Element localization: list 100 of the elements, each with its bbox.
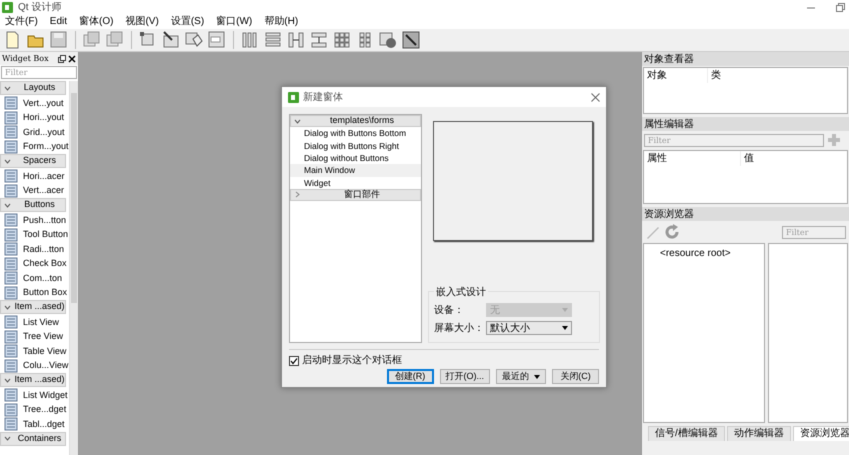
palette-entry[interactable]: Colu...View: [0, 358, 69, 373]
refresh-icon[interactable]: [664, 224, 680, 240]
group-header[interactable]: Containers: [0, 432, 66, 446]
widget-icon: [4, 344, 18, 358]
widget-icon: [4, 213, 18, 228]
arrow-window-icon[interactable]: [162, 31, 180, 49]
widget-icon: [4, 358, 18, 373]
palette-entry[interactable]: List View: [0, 315, 69, 330]
widget-icon: [4, 242, 18, 256]
tree-category[interactable]: 窗口部件: [290, 188, 421, 201]
widget-icon: [4, 96, 18, 110]
menu-item[interactable]: 帮助(H): [264, 14, 298, 29]
float-icon[interactable]: [58, 54, 66, 62]
palette-entry[interactable]: Vert...yout: [0, 96, 69, 110]
rows-icon[interactable]: [264, 31, 282, 49]
panel-title: Widget Box: [2, 52, 49, 64]
palette-entry[interactable]: Tabl...dget: [0, 417, 69, 432]
chevron-down-icon[interactable]: [4, 202, 11, 208]
filter-field[interactable]: Filter: [1, 66, 77, 79]
chevron-down-icon[interactable]: [4, 376, 11, 384]
menu-item[interactable]: 窗口(W): [216, 14, 252, 29]
tree-category[interactable]: templates\forms: [290, 115, 421, 127]
palette-entry[interactable]: Check Box: [0, 256, 69, 271]
scrollbar[interactable]: [68, 81, 78, 455]
palette-entry[interactable]: Tool Button: [0, 228, 69, 242]
tab[interactable]: 信号/槽编辑器: [648, 426, 725, 441]
resize-icon[interactable]: [402, 31, 420, 49]
checked-checkbox[interactable]: [289, 356, 299, 366]
menu-item[interactable]: 设置(S): [170, 14, 204, 29]
menu-button[interactable]: 最近的: [496, 369, 546, 384]
widget-icon: [4, 402, 18, 417]
palette-entry[interactable]: Push...tton: [0, 213, 69, 228]
chevron-down-icon[interactable]: [4, 84, 11, 92]
palette-entry[interactable]: Button Box: [0, 286, 69, 300]
widget-icon: [4, 271, 18, 286]
palette-entry[interactable]: Hori...acer: [0, 169, 69, 184]
overlapping-windows-icon[interactable]: [83, 31, 101, 49]
template-item[interactable]: Dialog without Buttons: [290, 152, 421, 164]
filter-field[interactable]: Filter: [644, 134, 824, 146]
tab[interactable]: 资源浏览器: [792, 426, 849, 441]
scroll-thumb[interactable]: [70, 93, 77, 303]
vertical-splitter-icon[interactable]: [310, 31, 328, 49]
group-header[interactable]: Layouts: [0, 81, 66, 95]
tab[interactable]: 动作编辑器: [726, 426, 791, 441]
checkbox-label: 启动时显示这个对话框: [302, 354, 402, 368]
panel-title: 资源浏览器: [642, 207, 849, 221]
widget-icon: [4, 169, 18, 184]
widget-icon: [4, 417, 18, 432]
dropdown[interactable]: 默认大小: [486, 321, 572, 335]
overlapping-windows-icon[interactable]: [106, 31, 124, 49]
dialog-button[interactable]: 关闭(C): [552, 369, 599, 384]
palette-entry[interactable]: Tree...dget: [0, 402, 69, 417]
dialog-button[interactable]: 打开(O)...: [440, 369, 490, 384]
palette-entry[interactable]: Vert...acer: [0, 184, 69, 198]
chevron-down-icon[interactable]: [4, 304, 11, 310]
menu-item[interactable]: 文件(F): [5, 14, 38, 29]
palette-entry[interactable]: Radi...tton: [0, 242, 69, 256]
columns-icon[interactable]: [241, 31, 259, 49]
caret-icon: [562, 308, 568, 312]
menu-item[interactable]: 视图(V): [125, 14, 159, 29]
chevron-down-icon[interactable]: [4, 435, 11, 442]
horizontal-splitter-icon[interactable]: [287, 31, 305, 49]
palette-entry[interactable]: Form...yout: [0, 140, 69, 154]
chevron-down-icon[interactable]: [294, 118, 301, 124]
column-header: 值: [743, 152, 754, 166]
template-item[interactable]: Widget: [290, 176, 421, 189]
group-header[interactable]: Item ...ased): [0, 373, 66, 387]
template-item[interactable]: Dialog with Buttons Bottom: [290, 127, 421, 140]
template-item[interactable]: Main Window: [290, 164, 421, 177]
widget-icon: [4, 330, 18, 344]
palette-entry[interactable]: Com...ton: [0, 271, 69, 286]
grid-icon[interactable]: [333, 31, 351, 49]
chevron-right-icon[interactable]: [294, 191, 301, 198]
dialog-title: 新建窗体: [303, 90, 343, 104]
group-header[interactable]: Spacers: [0, 154, 66, 168]
dialog-button[interactable]: 创建(R): [386, 369, 434, 384]
field-label: 屏幕大小：: [434, 322, 485, 336]
menu-item[interactable]: Edit: [50, 14, 68, 29]
menu-item[interactable]: 窗体(O): [79, 14, 114, 29]
filter-field[interactable]: Filter: [782, 226, 846, 238]
widget-icon: [4, 315, 18, 330]
template-item[interactable]: Dialog with Buttons Right: [290, 139, 421, 152]
group-header[interactable]: Item ...ased): [0, 300, 66, 314]
template-tree[interactable]: templates\forms Dialog with Buttons Bottom Dialog with Buttons Right Dialog without Buttons Main Window Widget 窗口部件: [289, 114, 422, 343]
widget-icon: [4, 286, 18, 300]
palette-entry[interactable]: List Widget: [0, 388, 69, 402]
close-icon[interactable]: [68, 54, 76, 62]
caret-icon: [534, 374, 540, 378]
restore-icon[interactable]: [836, 2, 845, 12]
group-header[interactable]: Buttons: [0, 198, 66, 212]
palette-entry[interactable]: Table View: [0, 344, 69, 358]
tree-item[interactable]: <resource root>: [644, 244, 764, 261]
palette-entry[interactable]: Hori...yout: [0, 110, 69, 125]
chevron-down-icon[interactable]: [4, 158, 11, 164]
widget-icon: [4, 256, 18, 271]
widget-icon: [4, 140, 18, 154]
palette-entry[interactable]: Grid...yout: [0, 125, 69, 140]
palette-entry[interactable]: Tree View: [0, 330, 69, 344]
widget-icon: [4, 110, 18, 125]
widget-icon: [4, 125, 18, 140]
